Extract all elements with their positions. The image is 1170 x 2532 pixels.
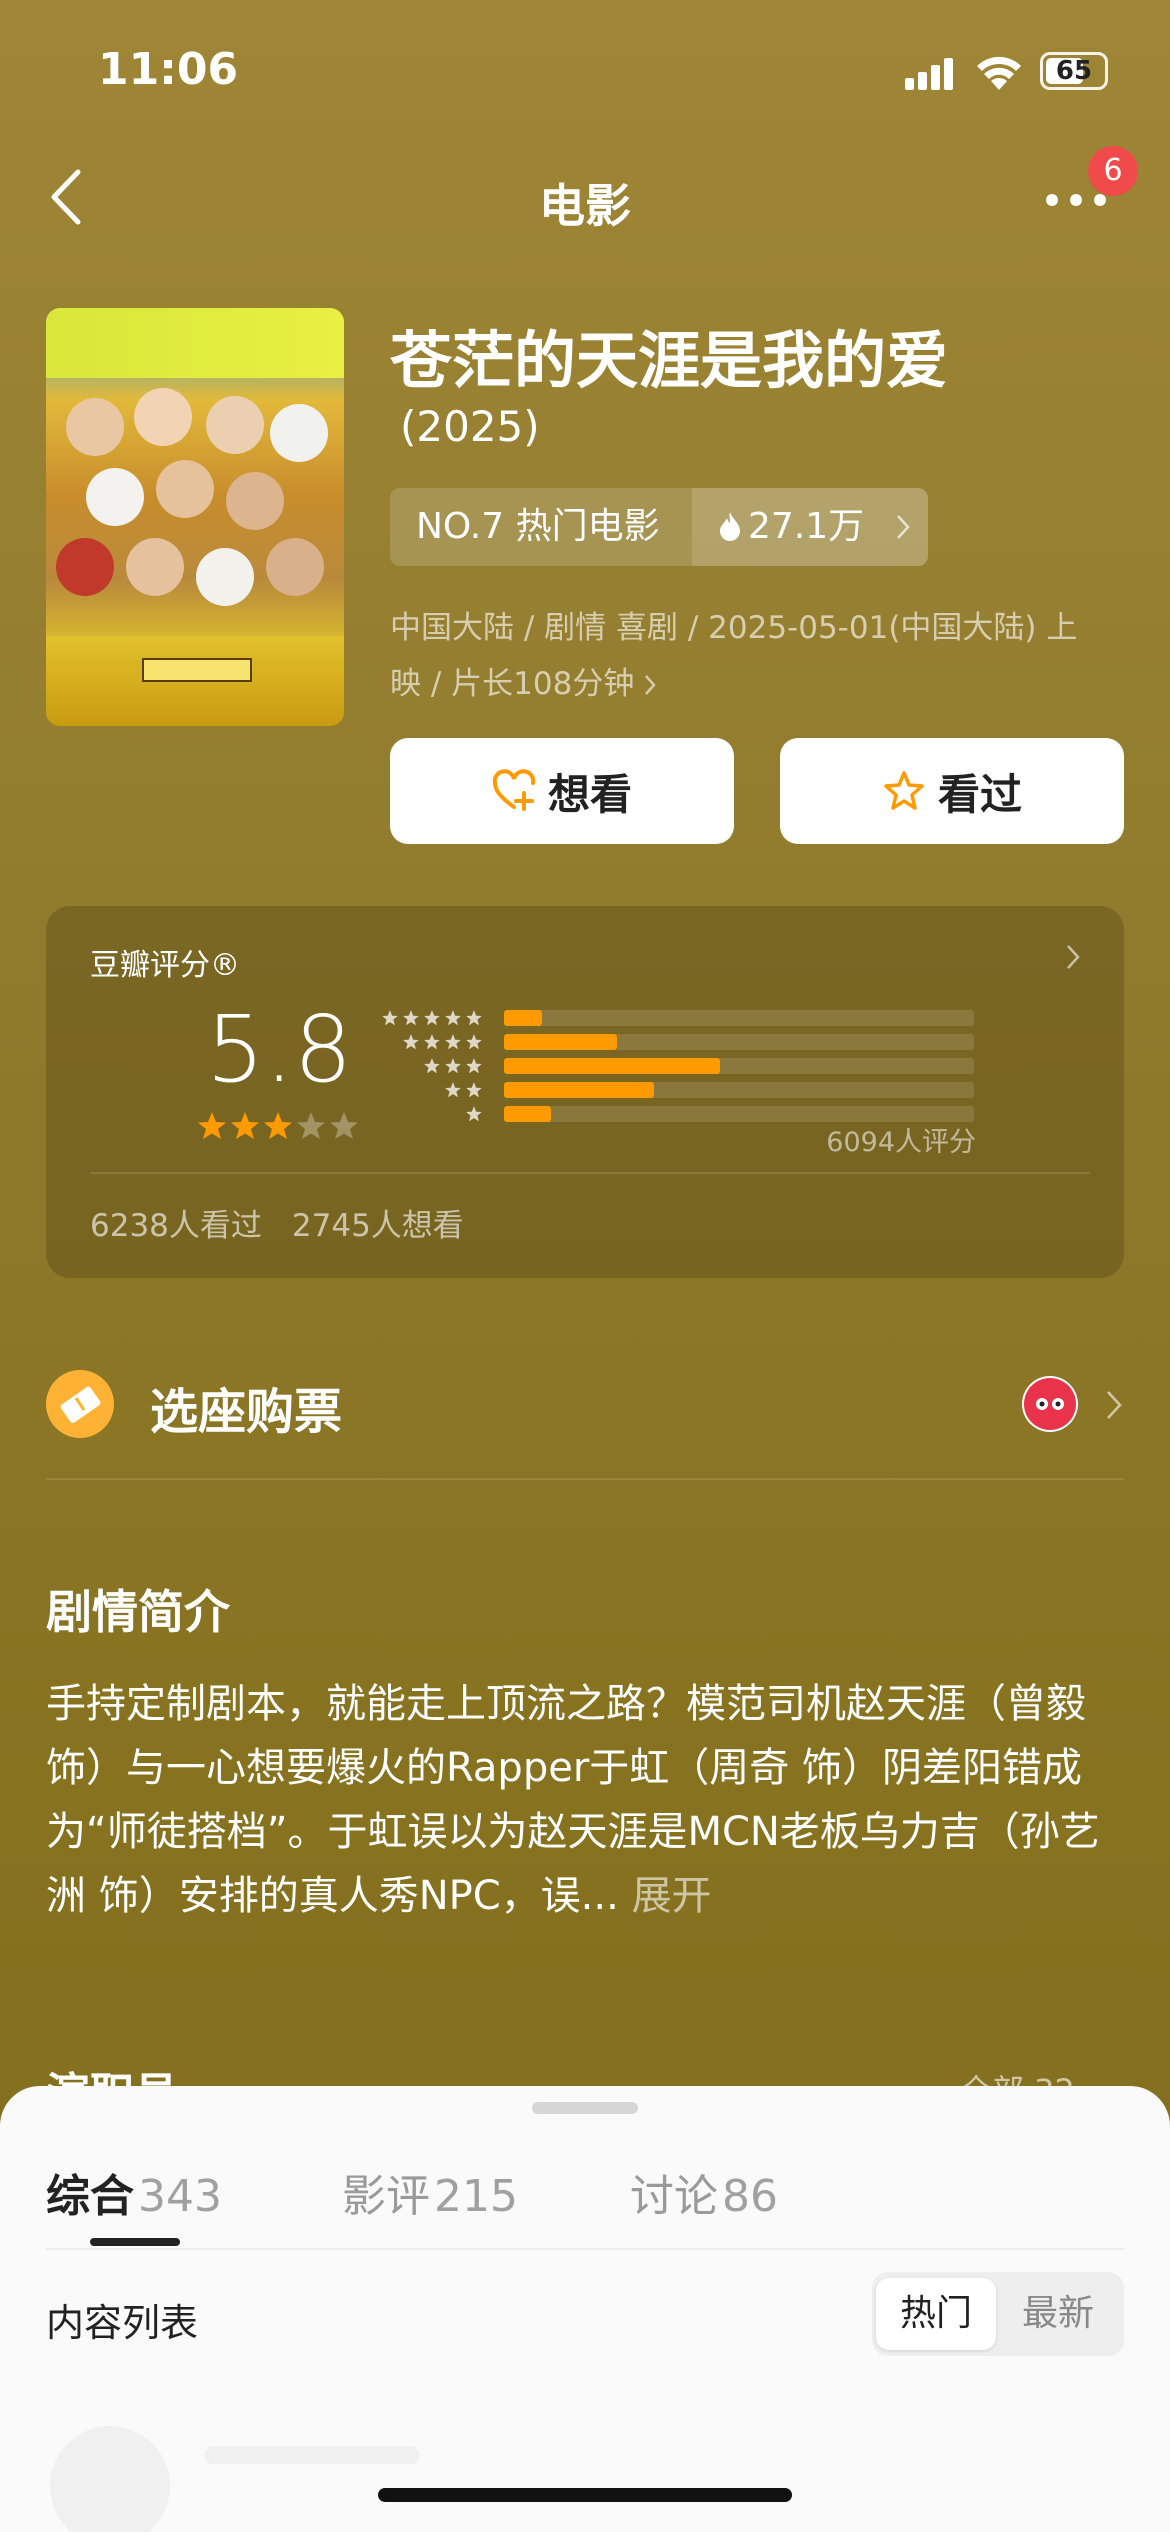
want-button[interactable]: 想看 <box>390 738 734 844</box>
rating-distribution <box>382 1006 982 1126</box>
synopsis-title: 剧情简介 <box>46 1585 230 1639</box>
loading-placeholder <box>204 2446 420 2464</box>
distribution-bar <box>504 1082 655 1098</box>
star-icon <box>196 1110 228 1142</box>
rating-label: 豆瓣评分® <box>90 948 240 983</box>
movie-year: (2025) <box>400 402 540 451</box>
star-icon <box>295 1110 327 1142</box>
home-indicator[interactable] <box>378 2488 792 2502</box>
meta-line-2[interactable]: 映 / 片长108分钟 <box>390 658 657 703</box>
sort-new-option[interactable]: 最新 <box>998 2278 1118 2350</box>
tab-name: 综合 <box>46 2171 134 2222</box>
heat-count: 27.1万 <box>748 506 865 547</box>
tab-discussions[interactable]: 讨论86 <box>630 2160 778 2224</box>
chevron-right-icon <box>897 515 910 539</box>
distribution-row <box>382 1030 982 1054</box>
star-row-icon <box>445 1082 482 1098</box>
heart-plus-icon <box>492 769 536 811</box>
tab-count: 215 <box>434 2171 518 2222</box>
star-icon <box>229 1110 261 1142</box>
divider <box>90 1172 1090 1174</box>
distribution-row <box>382 1054 982 1078</box>
avatar <box>50 2426 170 2532</box>
chevron-right-icon <box>1067 945 1080 969</box>
rank-chip[interactable]: NO.7 热门电影 27.1万 <box>390 488 928 566</box>
status-bar: 11:06 65 <box>0 0 1170 140</box>
watched-button[interactable]: 看过 <box>780 738 1124 844</box>
distribution-row <box>382 1006 982 1030</box>
chevron-right-icon <box>645 675 657 695</box>
watched-label: 看过 <box>937 769 1022 819</box>
sort-toggle[interactable]: 热门 最新 <box>872 2272 1124 2356</box>
star-row-icon <box>382 1010 482 1026</box>
watch-stats: 6238人看过 2745人想看 <box>90 1200 464 1245</box>
status-time: 11:06 <box>98 44 239 95</box>
tab-count: 343 <box>138 2171 222 2222</box>
tab-count: 86 <box>722 2171 778 2222</box>
flame-icon <box>720 512 740 541</box>
divider <box>46 2248 1124 2250</box>
movie-title: 苍茫的天涯是我的爱 <box>390 324 949 397</box>
star-icon <box>262 1110 294 1142</box>
meta-line-2-text: 映 / 片长108分钟 <box>390 666 635 702</box>
nav-title: 电影 <box>539 179 631 233</box>
chevron-right-icon[interactable] <box>1106 1390 1122 1420</box>
distribution-row <box>382 1078 982 1102</box>
rank-label: NO.7 热门电影 <box>416 506 660 547</box>
movie-poster[interactable] <box>46 308 344 726</box>
ticket-label[interactable]: 选座购票 <box>150 1372 342 1442</box>
sort-hot-option[interactable]: 热门 <box>876 2278 996 2350</box>
rating-stars <box>196 1110 361 1142</box>
distribution-bar <box>504 1010 542 1026</box>
rating-count: 6094人评分 <box>826 1127 976 1158</box>
watched-count: 6238人看过 <box>90 1208 262 1244</box>
star-row-icon <box>466 1106 482 1122</box>
maoyan-icon[interactable] <box>1022 1376 1078 1432</box>
tab-overview[interactable]: 综合343 <box>46 2160 222 2224</box>
synopsis-text: 手持定制剧本，就能走上顶流之路？模范司机赵天涯（曾毅 饰）与一心想要爆火的Rap… <box>46 1681 1100 1919</box>
divider <box>46 1478 1124 1480</box>
want-label: 想看 <box>547 769 632 819</box>
distribution-bar <box>504 1034 617 1050</box>
rating-card[interactable]: 豆瓣评分® 5.8 6094人评分 6238人看过 2745人想看 <box>46 906 1124 1278</box>
expand-link[interactable]: 展开 <box>632 1873 712 1919</box>
star-row-icon <box>403 1034 482 1050</box>
sheet-handle[interactable] <box>532 2102 638 2114</box>
tab-name: 讨论 <box>630 2171 718 2222</box>
ticket-icon <box>46 1370 114 1438</box>
signal-icon <box>905 56 955 90</box>
notification-badge: 6 <box>1088 146 1138 196</box>
tab-name: 影评 <box>342 2171 430 2222</box>
bottom-sheet[interactable]: 综合343 影评215 讨论86 内容列表 热门 最新 <box>0 2086 1170 2532</box>
tab-reviews[interactable]: 影评215 <box>342 2160 518 2224</box>
wanted-count: 2745人想看 <box>291 1208 464 1244</box>
star-outline-icon <box>884 771 924 810</box>
distribution-bar <box>504 1058 721 1074</box>
synopsis-body: 手持定制剧本，就能走上顶流之路？模范司机赵天涯（曾毅 饰）与一心想要爆火的Rap… <box>46 1672 1136 1928</box>
battery-icon: 65 <box>1040 52 1108 90</box>
rating-score: 5.8 <box>206 996 353 1103</box>
star-icon <box>328 1110 360 1142</box>
tab-indicator <box>90 2238 180 2246</box>
meta-line-1: 中国大陆 / 剧情 喜剧 / 2025-05-01(中国大陆) 上 <box>390 610 1078 646</box>
wifi-icon <box>977 56 1021 90</box>
star-row-icon <box>424 1058 482 1074</box>
battery-level: 65 <box>1055 56 1093 86</box>
content-list-label: 内容列表 <box>46 2301 199 2345</box>
